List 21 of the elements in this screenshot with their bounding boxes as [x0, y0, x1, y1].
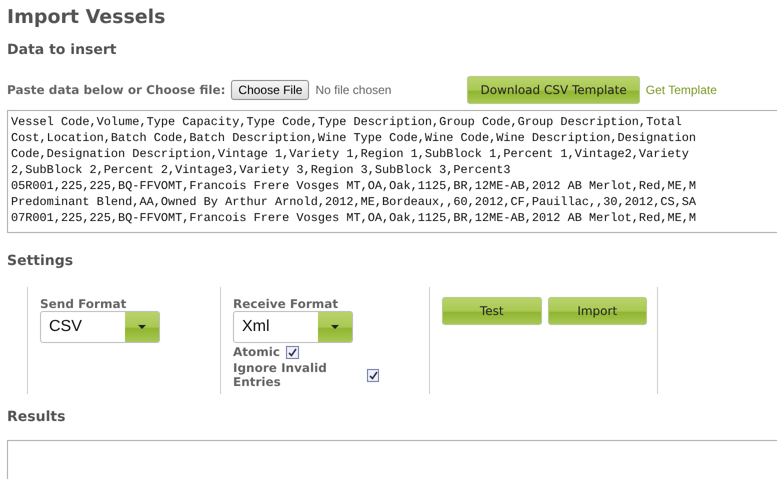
field-label: Send Format [40, 297, 128, 311]
caret-icon [331, 325, 339, 329]
caret-icon [138, 325, 146, 329]
checkbox[interactable] [286, 346, 299, 358]
option-label: Atomic [233, 345, 280, 359]
action-button[interactable]: Import [548, 297, 647, 325]
page-title: Import Vessels [7, 6, 166, 28]
paste-label: Paste data below or Choose file: [7, 83, 226, 97]
checkbox[interactable] [367, 368, 379, 382]
section-heading: Results [7, 409, 66, 425]
field-label: Receive Format [233, 297, 340, 311]
section-heading: Data to insert [7, 42, 118, 58]
format-dropdown[interactable]: CSV [40, 311, 160, 343]
choose-file-button[interactable]: Choose File [231, 80, 310, 100]
csv-text-area[interactable]: Vessel Code,Volume,Type Capacity,Type Code,Type Description,Group Code,Group Description,Total Cost,Location,Batch Code,Batch Description,Wine Type Code,Wine Code,Wine Description,Designation Code,Designation Description,Vintage 1,Variety 1,Region 1,SubBlock 1,Percent 1,Vintage2,Variety 2,SubBlock 2,Percent 2,Vintage3,Variety 3,Region 3,SubBlock 3,Percent3 05R001,225,225,BQ-FFVOMT,Francois Frere Vosges MT,OA,Oak,1125,BR,12ME-AB,2012 AB Merlot,Red,ME,M Predominant Blend,AA,Owned By Arthur Arnold,2012,ME,Bordeaux,,60,2012,CF,Pauillac,,30,2012,CS,SA 07R001,225,225,BQ-FFVOMT,Francois Frere Vosges MT,OA,Oak,1125,BR,12ME-AB,2012 AB Merlot,Red,ME,M [7, 110, 777, 233]
format-dropdown[interactable]: Xml [233, 311, 353, 343]
download-template-button[interactable]: Download CSV Template [467, 76, 640, 104]
section-heading: Settings [7, 253, 74, 269]
action-button[interactable]: Test [442, 297, 542, 325]
file-status: No file chosen [315, 83, 392, 97]
option-label: Ignore Invalid Entries [233, 361, 328, 389]
